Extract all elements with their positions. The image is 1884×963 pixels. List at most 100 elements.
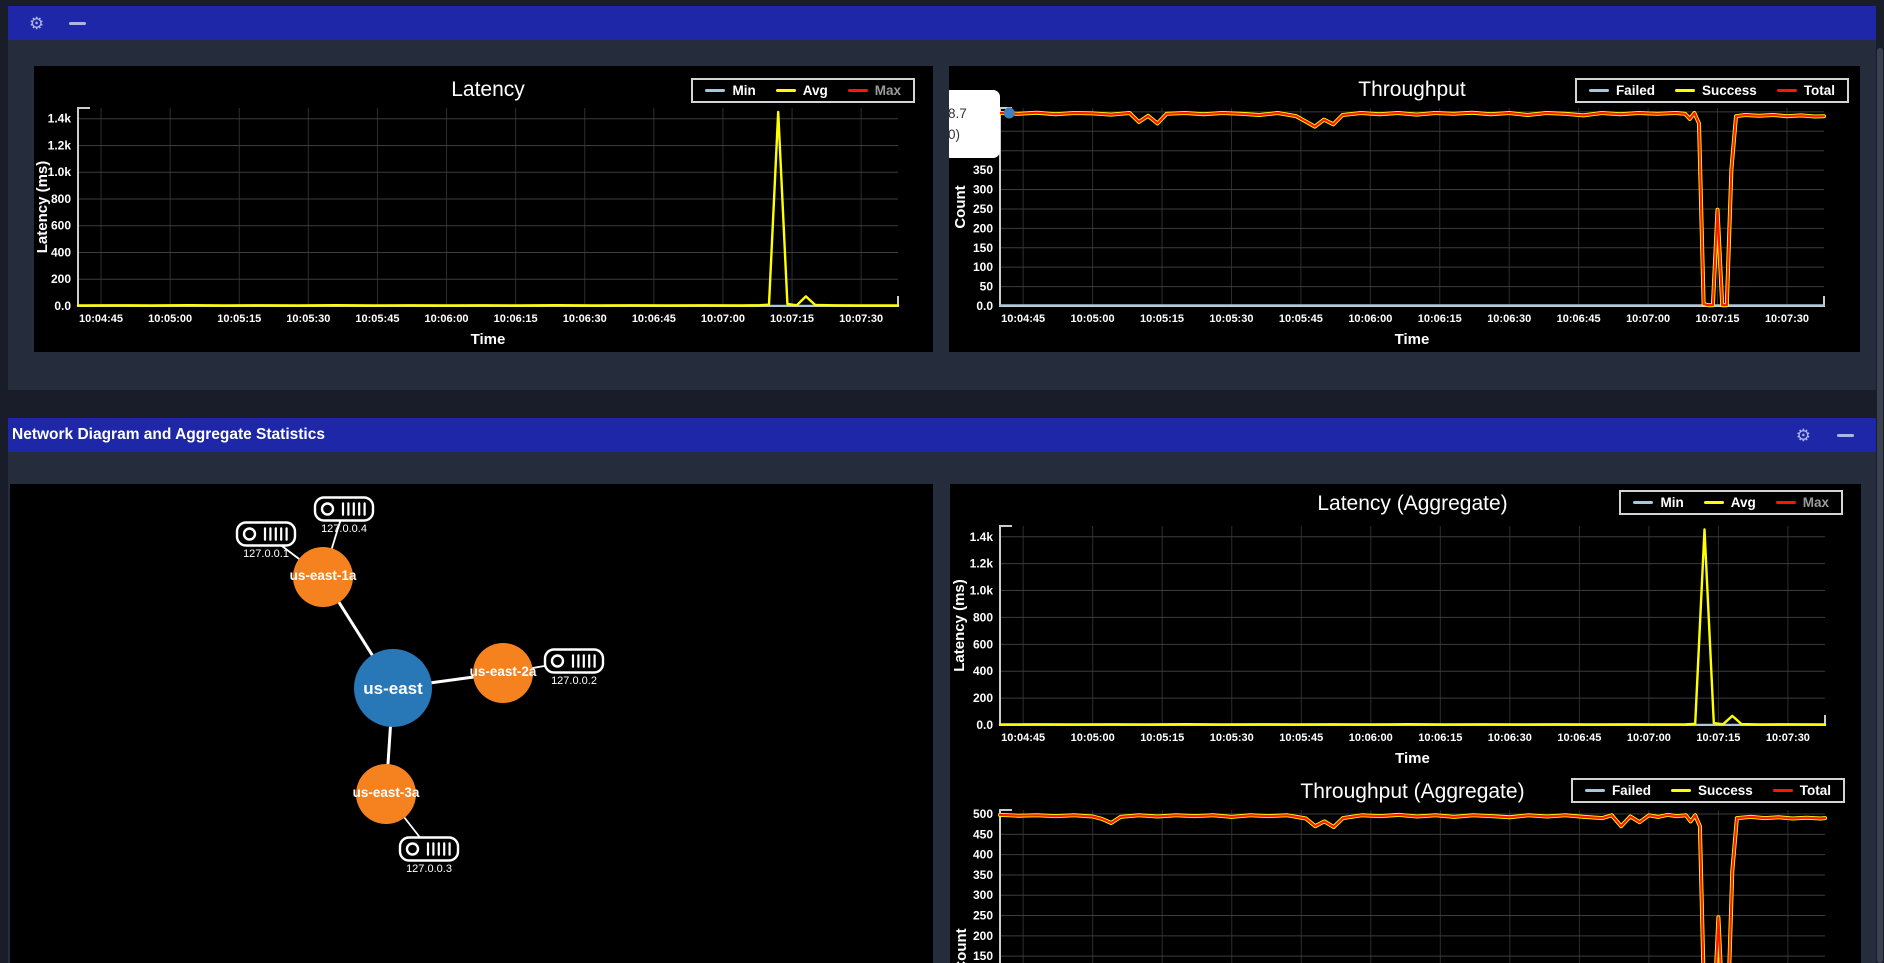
settings-gear-icon[interactable]: ⚙ (29, 15, 44, 32)
throughput-chart: ThroughputFailedSuccessTotal0.0501001502… (949, 66, 1860, 352)
legend-item-total[interactable]: Total (1773, 783, 1831, 798)
y-tick-label: 400 (973, 848, 993, 862)
y-tick-label: 200 (51, 272, 71, 286)
x-tick-label: 10:05:30 (1210, 732, 1254, 744)
x-tick-label: 10:04:45 (79, 313, 123, 325)
x-tick-label: 10:07:15 (1696, 732, 1740, 744)
data-point-marker[interactable] (1004, 108, 1015, 119)
latency-chart-card: LatencyMinAvgMax0.02004006008001.0k1.2k1… (34, 66, 933, 352)
x-tick-label: 10:06:15 (1418, 732, 1462, 744)
y-axis-title: Latency (ms) (951, 579, 968, 672)
y-tick-label: 100 (973, 260, 993, 274)
network-aggregate-panel: Network Diagram and Aggregate Statistics… (8, 418, 1876, 963)
server-icon-127.0.0.2[interactable] (545, 650, 603, 673)
legend-label: Max (1803, 495, 1829, 510)
legend-label: Failed (1612, 783, 1651, 798)
legend-item-min[interactable]: Min (705, 83, 755, 98)
legend-swatch (1773, 789, 1793, 793)
legend-swatch (1704, 501, 1724, 505)
legend-item-failed[interactable]: Failed (1585, 783, 1651, 798)
x-tick-label: 10:07:30 (1766, 732, 1810, 744)
x-tick-label: 10:05:00 (1071, 313, 1115, 325)
node-label-us-east: us-east (363, 679, 423, 698)
y-tick-label: 800 (973, 610, 993, 624)
settings-gear-icon[interactable]: ⚙ (1796, 427, 1811, 444)
legend-swatch (1633, 501, 1653, 505)
chart-tooltip: 8.70) (949, 90, 1000, 158)
latency_agg-legend: Min Avg Max (1619, 490, 1843, 515)
x-tick-label: 10:05:45 (1279, 313, 1323, 325)
y-tick-label: 1.0k (970, 584, 994, 598)
y-tick-label: 1.4k (48, 112, 72, 126)
series-avg (1000, 529, 1825, 724)
legend-label: Total (1800, 783, 1831, 798)
x-tick-label: 10:07:00 (1627, 732, 1671, 744)
server-ip-label: 127.0.0.4 (321, 523, 367, 535)
x-tick-label: 10:04:45 (1001, 313, 1045, 325)
server-icon-127.0.0.3[interactable] (400, 838, 458, 861)
y-tick-label: 450 (973, 827, 993, 841)
x-tick-label: 10:05:15 (1140, 313, 1184, 325)
legend-label: Total (1804, 83, 1835, 98)
x-tick-label: 10:07:30 (1765, 313, 1809, 325)
network-diagram-card: 127.0.0.1127.0.0.4127.0.0.2127.0.0.3us-e… (10, 484, 933, 963)
x-tick-label: 10:05:30 (286, 313, 330, 325)
legend-item-avg[interactable]: Avg (776, 83, 828, 98)
y-tick-label: 400 (973, 664, 993, 678)
legend-swatch (1671, 789, 1691, 793)
y-tick-label: 300 (973, 183, 993, 197)
y-tick-label: 350 (973, 868, 993, 882)
y-tick-label: 400 (51, 245, 71, 259)
legend-item-success[interactable]: Success (1671, 783, 1753, 798)
x-tick-label: 10:06:15 (494, 313, 538, 325)
legend-label: Success (1702, 83, 1757, 98)
latency_agg-canvas[interactable]: 0.02004006008001.0k1.2k1.4k10:04:4510:05… (950, 484, 1861, 772)
y-tick-label: 150 (973, 949, 993, 963)
x-tick-label: 10:05:45 (1279, 732, 1323, 744)
x-tick-label: 10:05:00 (148, 313, 192, 325)
y-axis-title: Count (953, 928, 970, 963)
scrollbar[interactable] (1877, 48, 1883, 963)
x-axis-title: Time (471, 331, 506, 348)
legend-swatch (1585, 789, 1605, 793)
legend-label: Max (875, 83, 901, 98)
x-tick-label: 10:07:30 (839, 313, 883, 325)
x-tick-label: 10:06:30 (1488, 732, 1532, 744)
legend-item-success[interactable]: Success (1675, 83, 1757, 98)
x-tick-label: 10:07:00 (1626, 313, 1670, 325)
legend-item-avg[interactable]: Avg (1704, 495, 1756, 510)
y-tick-label: 0.0 (976, 299, 993, 313)
y-tick-label: 800 (51, 192, 71, 206)
legend-item-max[interactable]: Max (1776, 495, 1829, 510)
latency-canvas[interactable]: 0.02004006008001.0k1.2k1.4k10:04:4510:05… (34, 66, 933, 352)
axis-frame (1000, 526, 1825, 725)
network-diagram-canvas[interactable]: 127.0.0.1127.0.0.4127.0.0.2127.0.0.3us-e… (10, 484, 933, 963)
x-tick-label: 10:06:00 (1349, 732, 1393, 744)
dashboard: ⚙ LatencyMinAvgMax0.02004006008001.0k1.2… (0, 0, 1884, 963)
x-tick-label: 10:06:30 (1487, 313, 1531, 325)
server-icon-127.0.0.1[interactable] (237, 523, 295, 546)
legend-swatch (1589, 89, 1609, 93)
legend-item-max[interactable]: Max (848, 83, 901, 98)
x-tick-label: 10:06:30 (563, 313, 607, 325)
throughput_agg-legend: Failed Success Total (1571, 778, 1845, 803)
axis-frame (78, 108, 898, 306)
aggregate-charts-card: Latency (Aggregate)MinAvgMax0.0200400600… (950, 484, 1861, 963)
top-panel-header: ⚙ (8, 6, 1876, 40)
y-tick-label: 1.2k (970, 557, 994, 571)
legend-label: Min (732, 83, 755, 98)
y-tick-label: 250 (973, 909, 993, 923)
legend-item-failed[interactable]: Failed (1589, 83, 1655, 98)
legend-item-total[interactable]: Total (1777, 83, 1835, 98)
y-tick-label: 0.0 (976, 718, 993, 732)
y-tick-label: 150 (973, 241, 993, 255)
y-tick-label: 1.2k (48, 138, 72, 152)
legend-swatch (1776, 501, 1796, 505)
throughput-aggregate-chart: Throughput (Aggregate)FailedSuccessTotal… (950, 772, 1861, 963)
legend-item-min[interactable]: Min (1633, 495, 1683, 510)
server-icon-127.0.0.4[interactable] (315, 498, 373, 521)
throughput-canvas[interactable]: 0.05010015020025030035040045050010:04:45… (949, 66, 1860, 352)
server-ip-label: 127.0.0.3 (406, 863, 452, 875)
x-tick-label: 10:06:45 (632, 313, 676, 325)
server-ip-label: 127.0.0.2 (551, 675, 597, 687)
